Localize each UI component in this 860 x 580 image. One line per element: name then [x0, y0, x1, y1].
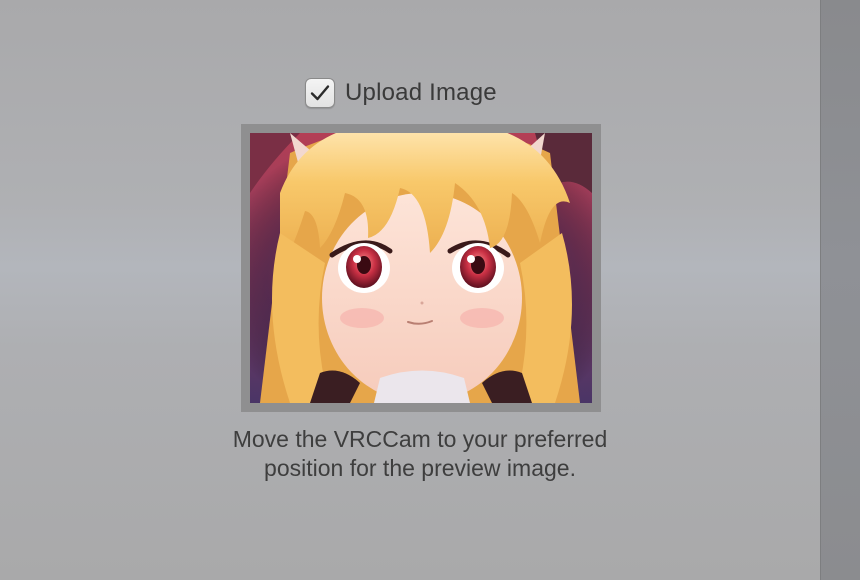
- preview-image-frame: [241, 124, 601, 412]
- preview-instructions-line-1: Move the VRCCam to your preferred: [232, 426, 608, 452]
- upload-image-checkbox[interactable]: [305, 78, 335, 108]
- preview-instructions: Move the VRCCam to your preferred positi…: [170, 425, 670, 483]
- inspector-panel: Upload Image Move the VRCCam to your pre…: [0, 0, 820, 580]
- upload-image-toggle[interactable]: Upload Image: [305, 77, 497, 109]
- preview-instructions-line-2: position for the preview image.: [264, 455, 576, 481]
- upload-image-label: Upload Image: [345, 79, 497, 106]
- checkmark-icon: [310, 85, 330, 101]
- vertical-scrollbar[interactable]: [820, 0, 860, 580]
- avatar-preview-image: [250, 133, 592, 403]
